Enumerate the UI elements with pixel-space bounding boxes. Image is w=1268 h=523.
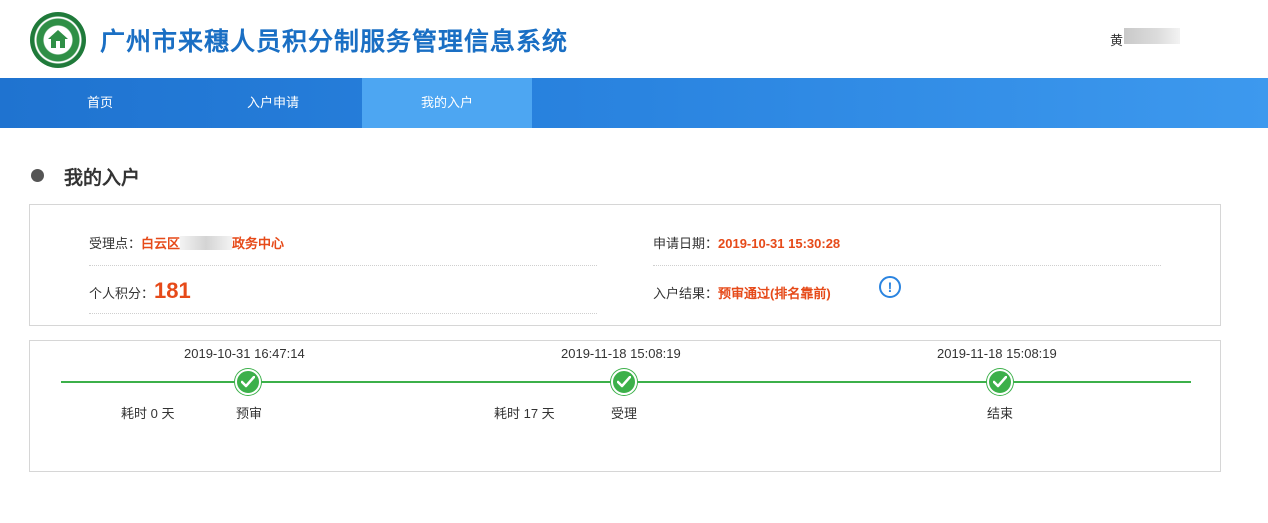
divider bbox=[653, 265, 1161, 266]
check-icon bbox=[235, 369, 261, 395]
page-title: 我的入户 bbox=[64, 168, 141, 189]
header: 广州市来穗人员积分制服务管理信息系统 黄 bbox=[0, 0, 1268, 78]
step-date: 2019-11-18 15:08:19 bbox=[937, 346, 1057, 361]
acceptance-point-value-end: 政务中心 bbox=[232, 236, 285, 251]
acceptance-point-value-start: 白云区 bbox=[141, 236, 181, 251]
divider bbox=[89, 265, 597, 266]
apply-date-value: 2019-10-31 15:30:28 bbox=[718, 236, 841, 251]
main-nav: 首页 入户申请 我的入户 bbox=[0, 78, 1268, 128]
acceptance-point-label: 受理点： bbox=[89, 236, 142, 251]
user-name[interactable]: 黄 bbox=[1110, 30, 1123, 49]
step-label: 预审 bbox=[236, 406, 263, 421]
user-name-mask bbox=[1124, 28, 1180, 44]
result-value: 预审通过(排名靠前) bbox=[718, 286, 831, 301]
info-icon[interactable]: ! bbox=[879, 276, 901, 298]
step-duration: 耗时 17 天 bbox=[494, 406, 555, 421]
check-icon bbox=[987, 369, 1013, 395]
apply-date: 申请日期：2019-10-31 15:30:28 bbox=[653, 233, 840, 252]
nav-item-my-household[interactable]: 我的入户 bbox=[362, 78, 532, 128]
house-icon bbox=[48, 30, 68, 48]
household-result: 入户结果：预审通过(排名靠前) bbox=[653, 283, 831, 302]
check-icon bbox=[611, 369, 637, 395]
acceptance-point: 受理点：白云区 政务中心 bbox=[89, 233, 284, 252]
result-label: 入户结果： bbox=[653, 286, 719, 301]
step-date: 2019-11-18 15:08:19 bbox=[561, 346, 681, 361]
nav-item-home[interactable]: 首页 bbox=[15, 78, 185, 128]
step-label: 受理 bbox=[611, 406, 638, 421]
step-duration: 耗时 0 天 bbox=[121, 406, 175, 421]
divider bbox=[89, 313, 597, 314]
apply-date-label: 申请日期： bbox=[653, 236, 719, 251]
logo bbox=[30, 12, 86, 68]
score-value: 181 bbox=[154, 278, 191, 303]
nav-item-apply[interactable]: 入户申请 bbox=[188, 78, 358, 128]
acceptance-point-mask bbox=[180, 236, 233, 250]
step-date: 2019-10-31 16:47:14 bbox=[184, 346, 305, 361]
step-label: 结束 bbox=[987, 406, 1014, 421]
site-title: 广州市来穗人员积分制服务管理信息系统 bbox=[100, 28, 569, 56]
score-label: 个人积分： bbox=[89, 286, 155, 301]
personal-score: 个人积分：181 bbox=[89, 278, 191, 304]
section-bullet bbox=[31, 169, 44, 182]
